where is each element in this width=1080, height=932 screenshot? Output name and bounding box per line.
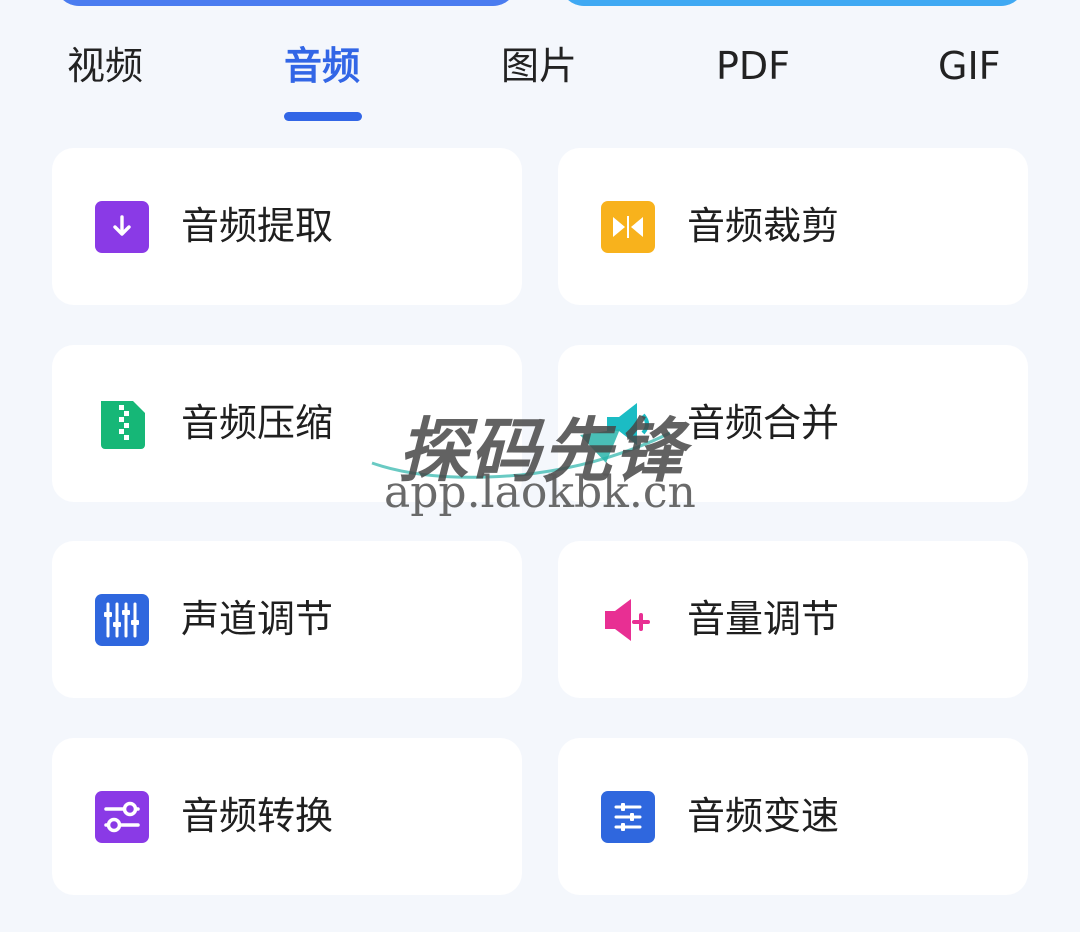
tool-label: 音频裁剪 bbox=[687, 204, 840, 248]
tool-label: 音频合并 bbox=[687, 401, 840, 445]
category-tabs: 视频 音频 图片 PDF GIF bbox=[0, 38, 1080, 128]
tab-image[interactable]: 图片 bbox=[501, 38, 577, 94]
tool-card-audio-merge[interactable]: 音频合并 bbox=[558, 345, 1028, 502]
download-icon bbox=[95, 201, 149, 253]
tool-label: 音频提取 bbox=[181, 204, 334, 248]
tool-card-volume-adjust[interactable]: 音量调节 bbox=[558, 541, 1028, 698]
tool-card-audio-convert[interactable]: 音频转换 bbox=[52, 738, 522, 895]
tab-pdf[interactable]: PDF bbox=[716, 38, 790, 94]
convert-sliders-icon bbox=[95, 791, 149, 843]
tool-card-audio-compress[interactable]: 音频压缩 bbox=[52, 345, 522, 502]
tab-audio[interactable]: 音频 bbox=[284, 38, 360, 94]
zip-file-icon bbox=[95, 398, 149, 450]
tool-card-audio-speed[interactable]: 音频变速 bbox=[558, 738, 1028, 895]
top-action-button-right[interactable] bbox=[560, 0, 1025, 6]
tool-label: 音频压缩 bbox=[181, 401, 334, 445]
tool-label: 声道调节 bbox=[181, 597, 334, 641]
tool-label: 音频变速 bbox=[687, 794, 840, 838]
tab-gif[interactable]: GIF bbox=[938, 38, 1001, 94]
equalizer-icon bbox=[95, 594, 149, 646]
tool-card-channel-adjust[interactable]: 声道调节 bbox=[52, 541, 522, 698]
active-tab-indicator bbox=[284, 112, 362, 121]
top-action-button-left[interactable] bbox=[55, 0, 517, 6]
volume-plus-icon bbox=[601, 594, 655, 646]
tab-video[interactable]: 视频 bbox=[67, 38, 143, 94]
tool-card-audio-trim[interactable]: 音频裁剪 bbox=[558, 148, 1028, 305]
speed-sliders-icon bbox=[601, 791, 655, 843]
tool-label: 音频转换 bbox=[181, 794, 334, 838]
merge-speaker-icon bbox=[601, 398, 655, 450]
trim-icon bbox=[601, 201, 655, 253]
tool-card-audio-extract[interactable]: 音频提取 bbox=[52, 148, 522, 305]
tool-label: 音量调节 bbox=[687, 597, 840, 641]
